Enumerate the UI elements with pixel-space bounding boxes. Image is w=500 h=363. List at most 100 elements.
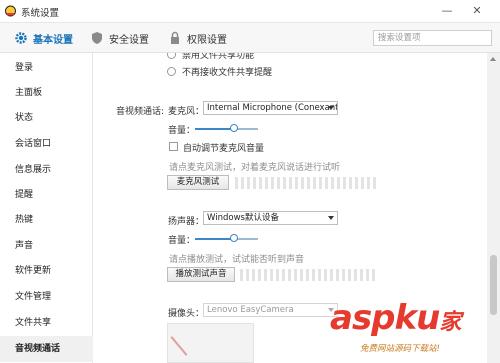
- level-meter-segment: [313, 177, 316, 189]
- speaker-device-select[interactable]: Windows默认设备: [203, 211, 338, 225]
- level-meter-segment: [307, 177, 310, 189]
- gear-icon: [15, 32, 27, 44]
- mic-label: 麦克风：: [168, 107, 205, 117]
- tab-permission-settings[interactable]: 权限设置: [168, 30, 227, 46]
- sidebar-item-chat-window[interactable]: 会话窗口: [0, 131, 93, 157]
- sidebar-item-hotkey[interactable]: 热键: [0, 207, 93, 233]
- level-meter-segment: [361, 177, 364, 189]
- sidebar-item-main-panel[interactable]: 主面板: [0, 80, 93, 106]
- mic-volume-slider[interactable]: [195, 124, 258, 132]
- camera-label: 摄像头：: [168, 309, 205, 319]
- camera-device-select[interactable]: Lenovo EasyCamera: [203, 303, 338, 317]
- level-meter-segment: [337, 177, 340, 189]
- level-meter-segment: [342, 269, 345, 281]
- level-meter-segment: [373, 177, 376, 189]
- mic-device-select[interactable]: Internal Microphone (Conexant ...: [203, 101, 338, 115]
- speaker-volume-slider[interactable]: [195, 234, 258, 242]
- level-meter-segment: [330, 269, 333, 281]
- speaker-volume-fill: [195, 238, 234, 240]
- level-meter-segment: [324, 269, 327, 281]
- level-meter-segment: [240, 269, 243, 281]
- tab-label: 基本设置: [33, 34, 73, 46]
- disable-file-share-label: 禁用文件共享功能: [182, 53, 255, 61]
- speaker-test-button[interactable]: 播放测试声音: [167, 267, 235, 282]
- sidebar-item-software-update[interactable]: 软件更新: [0, 258, 93, 284]
- no-file-share-notify-label: 不再接收文件共享提醒: [182, 68, 273, 78]
- sidebar-item-av-call[interactable]: 音视频通话: [0, 336, 93, 362]
- watermark-subtitle: 免费网站源码下载站!: [360, 344, 440, 354]
- mic-volume-fill: [195, 128, 234, 130]
- level-meter-segment: [259, 177, 262, 189]
- chevron-down-icon: [328, 216, 334, 220]
- level-meter-segment: [312, 269, 315, 281]
- level-meter-segment: [295, 177, 298, 189]
- level-meter-segment: [372, 269, 375, 281]
- level-meter-segment: [319, 177, 322, 189]
- sidebar-item-file-management[interactable]: 文件管理: [0, 284, 93, 310]
- level-meter-segment: [349, 177, 352, 189]
- level-meter-segment: [336, 269, 339, 281]
- minimize-button[interactable]: —: [440, 4, 454, 18]
- level-meter-segment: [318, 269, 321, 281]
- tab-security-settings[interactable]: 安全设置: [90, 30, 149, 46]
- sidebar: 登录 主面板 状态 会话窗口 信息展示 提醒 热键 声音 软件更新 文件管理 文…: [0, 53, 93, 363]
- sidebar-item-info-display[interactable]: 信息展示: [0, 157, 93, 183]
- speaker-device-value: Windows默认设备: [207, 213, 279, 223]
- sidebar-item-sound[interactable]: 声音: [0, 233, 93, 259]
- speaker-test-hint: 请点播放测试，试试能否听到声音: [169, 255, 305, 265]
- mic-device-value: Internal Microphone (Conexant ...: [207, 103, 338, 113]
- mic-volume-label: 音量：: [168, 126, 196, 136]
- level-meter-segment: [235, 177, 238, 189]
- no-file-share-notify-radio[interactable]: [167, 67, 176, 76]
- close-button[interactable]: ✕: [470, 4, 484, 18]
- speaker-level-meter: [240, 269, 375, 281]
- level-meter-segment: [294, 269, 297, 281]
- scroll-up-icon[interactable]: [490, 57, 496, 61]
- speaker-volume-label: 音量：: [168, 236, 196, 246]
- level-meter-segment: [253, 177, 256, 189]
- shield-icon: [92, 32, 102, 44]
- level-meter-segment: [246, 269, 249, 281]
- sidebar-item-reminder[interactable]: 提醒: [0, 182, 93, 208]
- level-meter-segment: [264, 269, 267, 281]
- app-logo-icon: [5, 5, 16, 17]
- level-meter-segment: [348, 269, 351, 281]
- level-meter-segment: [306, 269, 309, 281]
- level-meter-segment: [271, 177, 274, 189]
- mic-test-hint: 请点麦克风测试，对着麦克风说话进行试听: [169, 163, 341, 173]
- search-input[interactable]: 搜索设置项: [373, 30, 492, 46]
- auto-adjust-mic-checkbox[interactable]: [169, 142, 178, 151]
- mic-level-meter: [235, 177, 376, 189]
- level-meter-segment: [241, 177, 244, 189]
- level-meter-segment: [300, 269, 303, 281]
- sidebar-item-status[interactable]: 状态: [0, 105, 93, 131]
- level-meter-segment: [289, 177, 292, 189]
- camera-preview: [167, 323, 254, 363]
- window-title: 系统设置: [21, 8, 60, 19]
- level-meter-segment: [258, 269, 261, 281]
- level-meter-segment: [366, 269, 369, 281]
- level-meter-segment: [252, 269, 255, 281]
- tab-basic-settings[interactable]: 基本设置: [14, 30, 73, 46]
- level-meter-segment: [288, 269, 291, 281]
- level-meter-segment: [247, 177, 250, 189]
- level-meter-segment: [283, 177, 286, 189]
- level-meter-segment: [325, 177, 328, 189]
- preview-placeholder-mark: [170, 336, 188, 356]
- title-bar: 系统设置 — ✕: [0, 0, 500, 23]
- mic-volume-knob[interactable]: [230, 124, 238, 132]
- level-meter-segment: [277, 177, 280, 189]
- sidebar-item-file-share[interactable]: 文件共享: [0, 310, 93, 336]
- speaker-volume-knob[interactable]: [230, 234, 238, 242]
- level-meter-segment: [276, 269, 279, 281]
- speaker-label: 扬声器：: [168, 217, 205, 227]
- disable-file-share-radio[interactable]: [167, 53, 176, 59]
- level-meter-segment: [355, 177, 358, 189]
- level-meter-segment: [265, 177, 268, 189]
- level-meter-segment: [331, 177, 334, 189]
- sidebar-item-login[interactable]: 登录: [0, 55, 93, 81]
- mic-test-button[interactable]: 麦克风测试: [167, 175, 229, 190]
- level-meter-segment: [301, 177, 304, 189]
- level-meter-segment: [282, 269, 285, 281]
- level-meter-segment: [343, 177, 346, 189]
